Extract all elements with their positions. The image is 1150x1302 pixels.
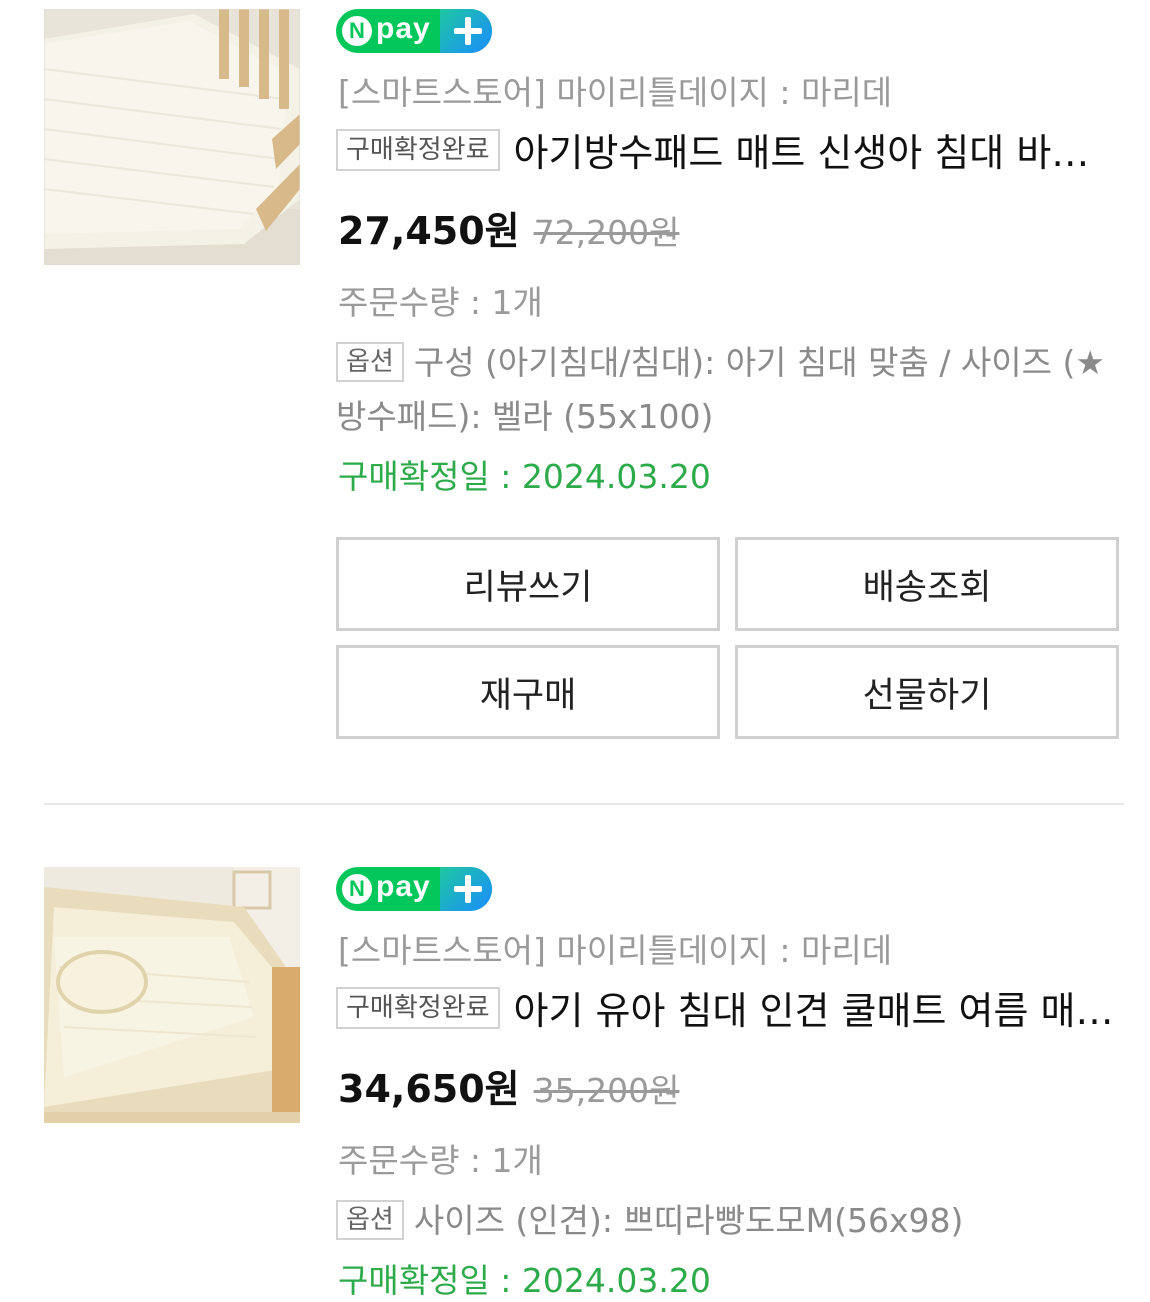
title-row: 구매확정완료 아기방수패드 매트 신생아 침대 바닥 매트리스 커버 [336,122,1116,177]
npay-label: pay [376,12,431,45]
plus-icon [454,17,482,45]
product-title[interactable]: 아기 유아 침대 인견 쿨매트 여름 매트리스 패드 [514,980,1116,1035]
sale-price: 34,650원 [338,1067,520,1111]
purchase-confirm-date: 구매확정일 : 2024.03.20 [338,457,711,496]
gift-button[interactable]: 선물하기 [735,645,1119,739]
status-badge: 구매확정완료 [336,986,500,1029]
write-review-button[interactable]: 리뷰쓰기 [336,537,720,631]
price-row: 27,450원 72,200원 [338,200,679,255]
status-badge: 구매확정완료 [336,128,500,171]
original-price: 72,200원 [533,213,680,252]
product-thumbnail[interactable] [44,9,300,265]
product-thumbnail[interactable] [44,867,300,1123]
order-quantity: 주문수량 : 1개 [338,283,543,322]
order-divider [44,803,1124,805]
product-title[interactable]: 아기방수패드 매트 신생아 침대 바닥 매트리스 커버 [514,122,1116,177]
npay-label: pay [376,870,431,903]
original-price: 35,200원 [533,1071,680,1110]
option-text: 구성 (아기침대/침대): 아기 침대 맞춤 / 사이즈 (★방수패드): 벨라… [336,343,1105,436]
option-info: 옵션 구성 (아기침대/침대): 아기 침대 맞춤 / 사이즈 (★방수패드): … [336,336,1116,444]
title-row: 구매확정완료 아기 유아 침대 인견 쿨매트 여름 매트리스 패드 [336,980,1116,1035]
naver-n-icon: N [342,874,372,904]
crib-cool-mat-image [44,867,300,1123]
crib-mattress-image [44,9,300,265]
purchase-confirm-date: 구매확정일 : 2024.03.20 [338,1261,711,1300]
sale-price: 27,450원 [338,209,520,253]
track-delivery-button[interactable]: 배송조회 [735,537,1119,631]
option-text: 사이즈 (인견): 쁘띠라빵도모M(56x98) [413,1201,964,1240]
store-name[interactable]: [스마트스토어] 마이리틀데이지 : 마리데 [338,924,892,972]
order-item: N pay [스마트스토어] 마이리틀데이지 : 마리데 구매확정완료 아기방수… [0,0,1150,858]
store-name[interactable]: [스마트스토어] 마이리틀데이지 : 마리데 [338,66,892,114]
npay-plus-badge: N pay [336,867,492,911]
naver-n-icon: N [342,16,372,46]
order-quantity: 주문수량 : 1개 [338,1141,543,1180]
option-badge: 옵션 [336,1200,404,1240]
rebuy-button[interactable]: 재구매 [336,645,720,739]
npay-plus-badge: N pay [336,9,492,53]
option-info: 옵션 사이즈 (인견): 쁘띠라빵도모M(56x98) [336,1194,1116,1248]
price-row: 34,650원 35,200원 [338,1058,679,1113]
order-item: N pay [스마트스토어] 마이리틀데이지 : 마리데 구매확정완료 아기 유… [0,858,1150,1300]
plus-icon [454,875,482,903]
option-badge: 옵션 [336,342,404,382]
